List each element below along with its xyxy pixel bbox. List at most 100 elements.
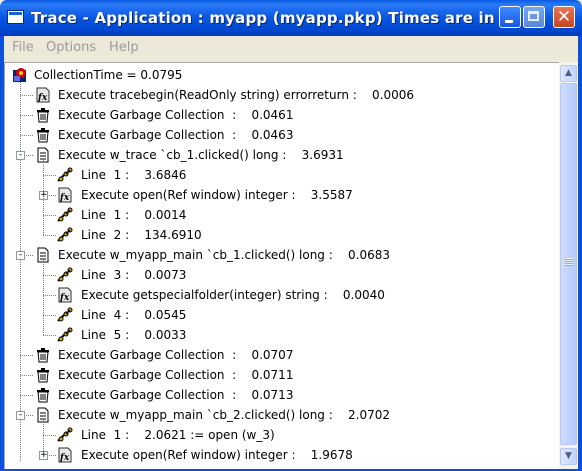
tree-connector bbox=[43, 295, 56, 296]
scroll-up-button[interactable]: ▲ bbox=[560, 65, 577, 82]
window-frame-right bbox=[578, 36, 582, 471]
line-icon bbox=[57, 207, 73, 223]
tree-connector bbox=[43, 415, 44, 435]
tree-row[interactable]: Line 1 : 0.0014 bbox=[5, 195, 559, 225]
tree-item-label: Line 3 : 0.0073 bbox=[81, 268, 187, 282]
collection-icon bbox=[12, 67, 28, 83]
tree-connector bbox=[43, 215, 56, 216]
menu-file[interactable]: File bbox=[12, 40, 34, 55]
tree-row[interactable]: - Execute w_myapp_main `cb_2.clicked() lo… bbox=[5, 405, 559, 425]
tree-item-label: Execute getspecialfolder(integer) string… bbox=[81, 288, 385, 302]
line-icon bbox=[57, 227, 73, 243]
function-icon: fx bbox=[35, 87, 51, 103]
trash-icon bbox=[35, 127, 51, 143]
tree-item-label: Execute Garbage Collection : 0.0707 bbox=[58, 348, 294, 362]
tree-row[interactable]: + fx Execute open(Ref window) integer : 1.… bbox=[5, 435, 559, 465]
title-bar[interactable]: Trace - Application : myapp (myapp.pkp) … bbox=[0, 0, 582, 36]
close-button[interactable]: ✕ bbox=[553, 6, 575, 28]
tree-item-label: Execute open(Ref window) integer : 3.558… bbox=[81, 188, 353, 202]
app-window-icon bbox=[7, 10, 24, 24]
trash-icon bbox=[35, 387, 51, 403]
tree-connector bbox=[20, 115, 33, 116]
tree-connector bbox=[43, 155, 44, 175]
tree-item-label: Line 2 : 134.6910 bbox=[81, 228, 202, 242]
tree-row[interactable]: Line 2 : 134.6910 bbox=[5, 215, 559, 245]
tree-item-label: Line 5 : 0.0033 bbox=[81, 328, 187, 342]
line-icon bbox=[57, 307, 73, 323]
scroll-down-button[interactable]: ▼ bbox=[560, 448, 577, 465]
tree-item-label: Line 1 : 0.0014 bbox=[81, 208, 187, 222]
tree-row[interactable]: Line 1 : 2.0621 := open (w_3) bbox=[5, 415, 559, 445]
tree-connector bbox=[43, 195, 44, 215]
tree-row[interactable]: Line 1 : 3.6846 bbox=[5, 155, 559, 185]
trash-icon bbox=[35, 347, 51, 363]
function-icon: fx bbox=[57, 287, 73, 303]
function-icon: fx bbox=[57, 187, 73, 203]
tree-row[interactable]: Line 5 : 0.0033 bbox=[5, 315, 559, 345]
tree-row[interactable]: Execute Garbage Collection : 0.0463 bbox=[5, 125, 559, 145]
tree-row[interactable]: fx Execute getspecialfolder(integer) stri… bbox=[5, 275, 559, 305]
vertical-scrollbar[interactable]: ▲ ▼ bbox=[559, 62, 578, 469]
trace-tree-view[interactable]: CollectionTime = 0.0795 fx Execute tracebe… bbox=[4, 62, 559, 469]
line-icon bbox=[57, 267, 73, 283]
tree-item-label: Execute Garbage Collection : 0.0711 bbox=[58, 368, 294, 382]
tree-connector bbox=[43, 255, 44, 275]
collapse-toggle[interactable]: - bbox=[16, 411, 25, 420]
tree-item-label: Line 1 : 2.0621 := open (w_3) bbox=[81, 428, 275, 442]
svg-text:fx: fx bbox=[59, 293, 70, 303]
window-title: Trace - Application : myapp (myapp.pkp) … bbox=[31, 9, 497, 27]
tree-connector bbox=[43, 295, 44, 315]
line-icon bbox=[57, 167, 73, 183]
tree-row[interactable]: + fx Execute open(Ref window) integer : 3.… bbox=[5, 175, 559, 205]
tree-connector bbox=[20, 135, 33, 136]
tree-row[interactable]: - Execute w_myapp_main `cb_1.clicked() lo… bbox=[5, 245, 559, 265]
scroll-thumb[interactable] bbox=[560, 83, 577, 445]
tree-row[interactable]: Line 3 : 0.0073 bbox=[5, 255, 559, 285]
grip-icon bbox=[565, 258, 573, 266]
tree-connector bbox=[20, 395, 33, 396]
svg-text:fx: fx bbox=[59, 453, 70, 463]
collapse-toggle[interactable]: - bbox=[16, 151, 25, 160]
tree-item-label: Execute open(Ref window) integer : 1.967… bbox=[81, 448, 353, 462]
tree-item-label: Execute w_myapp_main `cb_1.clicked() lon… bbox=[58, 248, 391, 262]
tree-connector bbox=[43, 275, 44, 295]
expand-toggle[interactable]: + bbox=[39, 451, 48, 460]
tree-row[interactable]: Execute Garbage Collection : 0.0711 bbox=[5, 365, 559, 385]
svg-text:fx: fx bbox=[59, 193, 70, 203]
tree-row[interactable]: Execute Garbage Collection : 0.0713 bbox=[5, 385, 559, 405]
menu-bar: File Options Help bbox=[4, 36, 578, 60]
tree-connector bbox=[43, 315, 56, 316]
tree-connector bbox=[43, 275, 56, 276]
line-icon bbox=[57, 427, 73, 443]
tree-row[interactable]: CollectionTime = 0.0795 bbox=[5, 65, 559, 85]
tree-connector bbox=[43, 215, 44, 235]
tree-connector bbox=[43, 235, 56, 236]
trash-icon bbox=[35, 107, 51, 123]
maximize-button[interactable] bbox=[523, 6, 545, 28]
tree-row[interactable]: Execute Garbage Collection : 0.0461 bbox=[5, 105, 559, 125]
tree-item-label: Execute Garbage Collection : 0.0463 bbox=[58, 128, 294, 142]
tree-connector bbox=[20, 355, 33, 356]
tree-connector bbox=[43, 435, 56, 436]
tree-connector bbox=[20, 375, 33, 376]
tree-connector bbox=[43, 175, 56, 176]
tree-item-label: CollectionTime = 0.0795 bbox=[34, 68, 183, 82]
tree-item-label: Execute w_myapp_main `cb_2.clicked() lon… bbox=[58, 408, 391, 422]
menu-help[interactable]: Help bbox=[109, 40, 139, 55]
function-icon: fx bbox=[57, 447, 73, 463]
trash-icon bbox=[35, 367, 51, 383]
svg-text:fx: fx bbox=[37, 93, 48, 103]
tree-row[interactable]: Execute Garbage Collection : 0.0707 bbox=[5, 345, 559, 365]
menu-options[interactable]: Options bbox=[46, 40, 96, 55]
collapse-toggle[interactable]: - bbox=[16, 251, 25, 260]
tree-row[interactable]: - Execute w_trace `cb_1.clicked() long : … bbox=[5, 145, 559, 165]
tree-item-label: Execute w_trace `cb_1.clicked() long : 3… bbox=[58, 148, 344, 162]
line-icon bbox=[57, 327, 73, 343]
tree-row[interactable]: Line 4 : 0.0545 bbox=[5, 295, 559, 325]
close-icon: ✕ bbox=[556, 7, 572, 27]
tree-row[interactable]: fx Execute tracebegin(ReadOnly string) er… bbox=[5, 85, 559, 105]
tree-item-label: Execute Garbage Collection : 0.0713 bbox=[58, 388, 294, 402]
minimize-button[interactable] bbox=[499, 6, 521, 28]
tree-item-label: Line 4 : 0.0545 bbox=[81, 308, 187, 322]
tree-connector bbox=[43, 315, 44, 335]
